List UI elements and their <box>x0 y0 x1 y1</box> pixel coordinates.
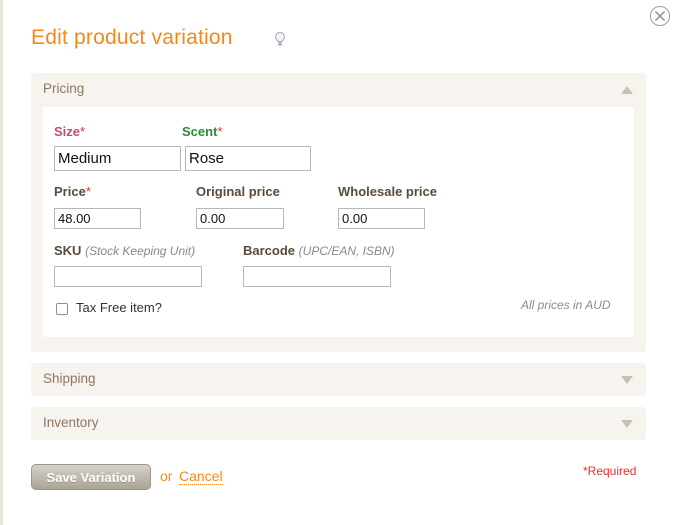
wholesale-price-input[interactable] <box>338 208 425 229</box>
price-label: Price* <box>54 184 91 199</box>
close-button[interactable] <box>650 6 670 26</box>
sku-input[interactable] <box>54 266 202 287</box>
scent-input[interactable] <box>185 146 311 171</box>
sku-hint: (Stock Keeping Unit) <box>85 244 196 258</box>
pricing-panel: Size* Scent* Price* Original price Whole… <box>43 107 634 337</box>
save-variation-button[interactable]: Save Variation <box>31 464 151 490</box>
size-label: Size* <box>54 124 86 139</box>
barcode-hint: (UPC/EAN, ISBN) <box>298 244 395 258</box>
inventory-section[interactable]: Inventory <box>31 407 646 440</box>
original-price-input[interactable] <box>196 208 284 229</box>
size-input[interactable] <box>54 146 181 171</box>
wholesale-price-label: Wholesale price <box>338 184 437 199</box>
dialog-left-edge <box>0 0 3 525</box>
sku-label: SKU (Stock Keeping Unit) <box>54 243 196 258</box>
tax-free-label: Tax Free item? <box>76 300 162 315</box>
or-text: or <box>160 468 173 484</box>
pricing-section-header[interactable]: Pricing <box>43 81 84 96</box>
expand-arrow-icon[interactable] <box>621 376 633 384</box>
collapse-arrow-icon[interactable] <box>621 86 633 94</box>
pricing-section: Pricing Size* Scent* Price* Original pri… <box>31 73 646 352</box>
original-price-label: Original price <box>196 184 280 199</box>
required-note: *Required <box>583 464 637 478</box>
inventory-section-header[interactable]: Inventory <box>43 415 99 430</box>
scent-label: Scent* <box>182 124 223 139</box>
dialog-title: Edit product variation <box>31 26 233 49</box>
currency-note: All prices in AUD <box>521 298 611 312</box>
shipping-section-header[interactable]: Shipping <box>43 371 96 386</box>
cancel-link[interactable]: Cancel <box>179 468 223 485</box>
close-icon <box>655 11 665 21</box>
price-input[interactable] <box>54 208 141 229</box>
lightbulb-icon[interactable] <box>273 31 287 49</box>
barcode-input[interactable] <box>243 266 391 287</box>
tax-free-checkbox[interactable] <box>56 303 68 315</box>
expand-arrow-icon[interactable] <box>621 420 633 428</box>
shipping-section[interactable]: Shipping <box>31 363 646 396</box>
barcode-label: Barcode (UPC/EAN, ISBN) <box>243 243 395 258</box>
